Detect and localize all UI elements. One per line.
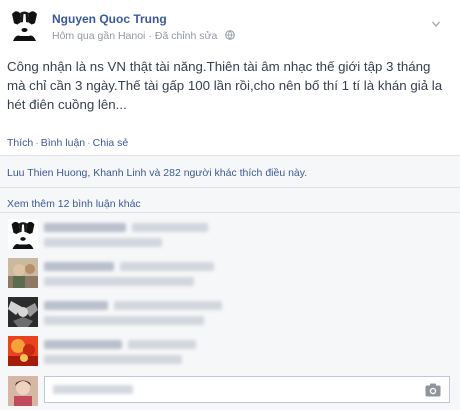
divider — [0, 155, 460, 156]
author-name[interactable]: Nguyen Quoc Trung — [52, 12, 167, 26]
view-more-comments[interactable]: Xem thêm 12 bình luận khác — [7, 198, 141, 210]
comment-meta-blurred — [44, 238, 162, 247]
comment-item — [8, 219, 448, 253]
action-separator: · — [35, 137, 39, 149]
current-user-avatar[interactable] — [8, 376, 38, 406]
comment-text-blurred — [128, 340, 196, 349]
comment-meta-blurred — [44, 316, 204, 325]
action-separator: · — [87, 137, 91, 149]
comment-input-placeholder-blurred — [53, 385, 133, 394]
comment-author-blurred — [44, 340, 122, 349]
comment-item — [8, 258, 448, 292]
comment-text-blurred — [114, 301, 222, 310]
divider — [0, 212, 460, 213]
comment-text-blurred — [120, 262, 214, 271]
commenter-avatar[interactable] — [8, 258, 38, 288]
comment-author-blurred — [44, 262, 114, 271]
comment-meta-blurred — [44, 355, 182, 364]
comment-author-blurred — [44, 301, 108, 310]
likes-text[interactable]: Luu Thien Huong, Khanh Linh và 282 người… — [7, 167, 307, 179]
comment-text-blurred — [132, 223, 208, 232]
commenter-avatar[interactable] — [8, 297, 38, 327]
post-actions: Thích · Bình luận · Chia sẻ — [7, 137, 128, 149]
post-card: Nguyen Quoc Trung Hôm qua gần Hanoi · Đã c… — [0, 0, 460, 410]
comment-item — [8, 297, 448, 331]
meta-separator: · — [148, 30, 152, 42]
globe-icon[interactable] — [225, 30, 236, 40]
likes-summary[interactable]: Luu Thien Huong, Khanh Linh và 282 người… — [7, 167, 307, 179]
edited-label[interactable]: Đã chỉnh sửa — [155, 30, 217, 42]
post-location[interactable]: Hôm qua gần Hanoi — [52, 30, 145, 42]
comment-item — [8, 336, 448, 370]
divider — [0, 187, 460, 188]
comment-link[interactable]: Bình luận — [41, 137, 85, 149]
comment-meta-blurred — [44, 277, 194, 286]
author-avatar[interactable] — [8, 8, 41, 41]
like-link[interactable]: Thích — [7, 137, 33, 149]
commenter-avatar[interactable] — [8, 219, 38, 249]
post-meta: Hôm qua gần Hanoi · Đã chỉnh sửa — [52, 30, 236, 42]
comment-author-blurred — [44, 223, 126, 232]
camera-icon[interactable] — [425, 383, 441, 397]
commenter-avatar[interactable] — [8, 336, 38, 366]
post-text: Công nhận là ns VN thật tài năng.Thiên t… — [7, 59, 443, 112]
comment-input[interactable] — [44, 376, 450, 403]
chevron-down-icon[interactable] — [432, 20, 440, 28]
share-link[interactable]: Chia sẻ — [93, 137, 129, 149]
